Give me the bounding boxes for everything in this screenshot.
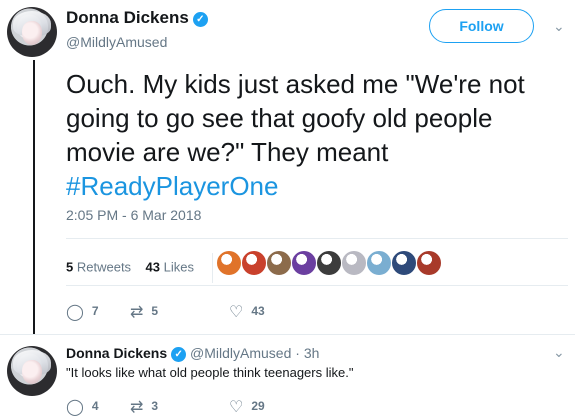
liker-avatar[interactable] — [216, 250, 242, 276]
tweet-text: Ouch. My kids just asked me "We're not g… — [66, 67, 566, 203]
verified-badge-icon: ✓ — [192, 12, 208, 27]
chevron-down-icon[interactable]: ⌄ — [553, 18, 565, 35]
tweet-text-main: Ouch. My kids just asked me "We're not g… — [66, 69, 525, 167]
retweets-stat[interactable]: 5 Retweets — [66, 259, 131, 274]
reply-header: Donna Dickens ✓ @MildlyAmused · 3h — [66, 345, 319, 362]
reply-button[interactable]: ◯ 7 — [66, 302, 99, 322]
liker-avatar[interactable] — [416, 250, 442, 276]
divider — [0, 334, 575, 335]
liker-avatar[interactable] — [366, 250, 392, 276]
thread-connector-line — [33, 60, 35, 335]
reply-icon: ◯ — [66, 304, 84, 321]
liker-avatar[interactable] — [241, 250, 267, 276]
author-name[interactable]: Donna Dickens ✓ — [66, 8, 208, 28]
retweet-icon: ⇄ — [130, 399, 144, 416]
reply-separator: · — [295, 345, 300, 361]
divider — [66, 238, 568, 239]
author-handle[interactable]: @MildlyAmused — [66, 34, 167, 50]
avatar-face — [22, 21, 42, 45]
avatar-face — [22, 360, 42, 384]
reply-button[interactable]: ◯ 4 — [66, 397, 99, 417]
reply-author-handle[interactable]: @MildlyAmused — [190, 345, 291, 361]
verified-badge-icon: ✓ — [171, 347, 187, 362]
heart-icon: ♡ — [229, 304, 244, 321]
liker-avatar[interactable] — [316, 250, 342, 276]
divider — [66, 285, 568, 286]
reply-author-name[interactable]: Donna Dickens — [66, 345, 167, 361]
tweet-timestamp[interactable]: 2:05 PM - 6 Mar 2018 — [66, 207, 201, 223]
follow-button[interactable]: Follow — [429, 9, 534, 43]
liker-avatar[interactable] — [391, 250, 417, 276]
hashtag-link[interactable]: #ReadyPlayerOne — [66, 171, 278, 201]
liker-avatar[interactable] — [341, 250, 367, 276]
retweet-icon: ⇄ — [130, 304, 144, 321]
heart-icon: ♡ — [229, 399, 244, 416]
liker-avatar[interactable] — [266, 250, 292, 276]
author-avatar[interactable] — [7, 7, 57, 57]
retweet-button[interactable]: ⇄ 5 — [130, 302, 158, 322]
stats-separator — [211, 253, 213, 283]
likes-stat[interactable]: 43 Likes — [146, 259, 194, 274]
tweet-stats: 5 Retweets 43 Likes — [66, 253, 223, 283]
liker-avatar[interactable] — [291, 250, 317, 276]
like-button[interactable]: ♡ 43 — [229, 302, 265, 322]
reply-author-avatar[interactable] — [7, 346, 57, 396]
reply-text: "It looks like what old people think tee… — [66, 365, 354, 380]
retweet-button[interactable]: ⇄ 3 — [130, 397, 158, 417]
reply-icon: ◯ — [66, 399, 84, 416]
reply-time[interactable]: 3h — [304, 345, 320, 361]
like-button[interactable]: ♡ 29 — [229, 397, 265, 417]
chevron-down-icon[interactable]: ⌄ — [553, 344, 565, 361]
